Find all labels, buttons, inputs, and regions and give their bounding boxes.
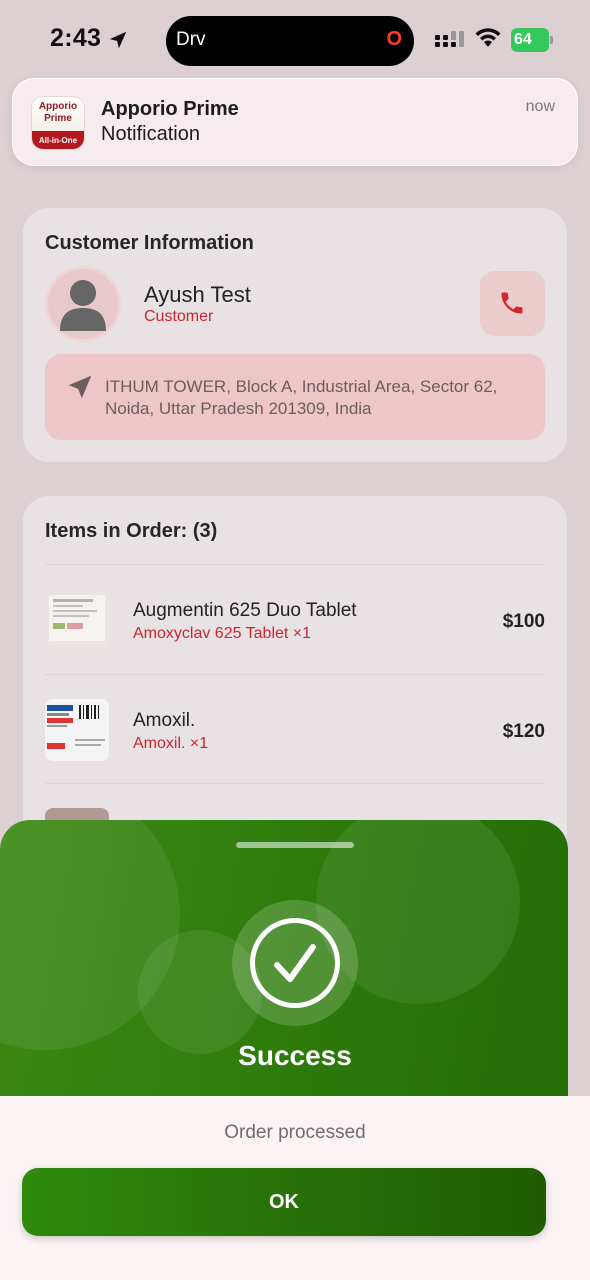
battery-level: 64 (511, 28, 549, 52)
success-sheet: Success (0, 820, 568, 1110)
customer-address: ITHUM TOWER, Block A, Industrial Area, S… (105, 377, 498, 418)
notification-title: Apporio Prime (101, 98, 239, 120)
address-box[interactable]: ITHUM TOWER, Block A, Industrial Area, S… (45, 354, 545, 440)
item-price: $120 (502, 721, 545, 742)
customer-info-card: Customer Information Ayush Test Customer… (23, 208, 567, 462)
status-time: 2:43 (50, 24, 102, 52)
customer-role: Customer (144, 308, 214, 325)
ok-button[interactable]: OK (22, 1168, 546, 1236)
dynamic-island[interactable]: Drv O (166, 16, 414, 66)
app-icon-tagline: All-in-One (32, 131, 84, 149)
island-label: Drv (176, 29, 206, 50)
location-arrow-icon (109, 31, 127, 49)
island-indicator: O (386, 28, 402, 50)
product-image (45, 589, 109, 651)
notification-time: now (525, 98, 555, 115)
app-icon-label: Apporio Prime (32, 97, 84, 131)
customer-name: Ayush Test (144, 282, 251, 307)
user-avatar-icon (45, 266, 121, 342)
call-button[interactable] (480, 271, 545, 336)
order-items-heading: Items in Order: (3) (45, 520, 218, 542)
signal-icon (435, 31, 464, 47)
wifi-icon (475, 28, 501, 47)
success-message: Order processed (224, 1122, 366, 1143)
item-name: Amoxil. (133, 710, 196, 731)
notification-banner[interactable]: Apporio Prime All-in-One Apporio Prime N… (12, 78, 578, 166)
item-price: $100 (502, 611, 545, 632)
app-icon: Apporio Prime All-in-One (31, 96, 85, 150)
status-bar: 2:43 Drv O 64 (0, 0, 590, 80)
order-item[interactable]: Amoxil. Amoxil. ×1 $120 (45, 675, 545, 783)
item-subtitle: Amoxyclav 625 Tablet ×1 (133, 625, 312, 642)
order-item[interactable]: Augmentin 625 Duo Tablet Amoxyclav 625 T… (45, 565, 545, 673)
customer-info-heading: Customer Information (45, 232, 254, 254)
success-title: Success (238, 1040, 352, 1071)
navigation-icon (68, 375, 92, 399)
battery-icon: 64 (511, 28, 553, 52)
notification-body: Notification (101, 123, 200, 145)
checkmark-icon (232, 900, 358, 1026)
item-name: Augmentin 625 Duo Tablet (133, 600, 357, 621)
phone-icon (501, 292, 523, 314)
product-image (45, 699, 109, 761)
dialog-footer: Order processed OK (0, 1096, 590, 1280)
item-subtitle: Amoxil. ×1 (133, 735, 209, 752)
sheet-handle[interactable] (236, 842, 354, 848)
